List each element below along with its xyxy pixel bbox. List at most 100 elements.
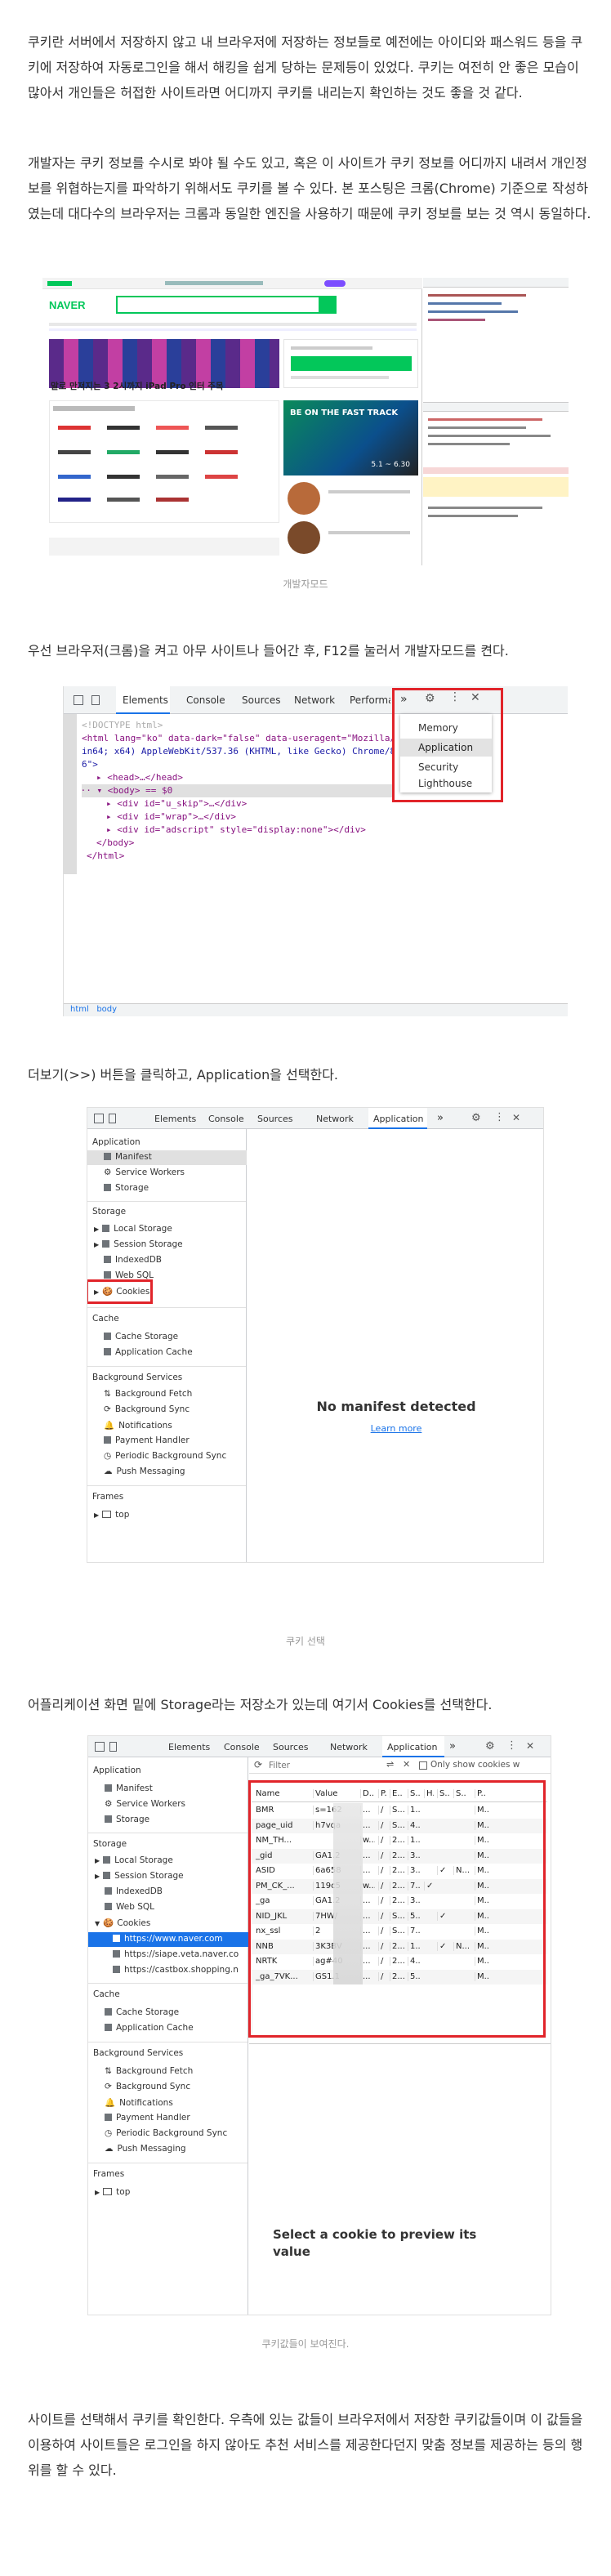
sidebar-item-cache-storage[interactable]: Cache Storage bbox=[104, 1332, 178, 1342]
banner-text: 말로 만져지는 3 2시까지 iPad Pro 인터 주목 bbox=[51, 382, 224, 391]
sidebar-item-notifications[interactable]: 🔔 Notifications bbox=[104, 1420, 172, 1431]
cookie-site-siape[interactable]: https://siape.veta.naver.co bbox=[113, 1949, 247, 1959]
login-button[interactable] bbox=[291, 356, 412, 371]
sidebar-item-service-workers[interactable]: ⚙ Service Workers bbox=[104, 1167, 185, 1177]
kebab-menu-icon[interactable]: ⋮ bbox=[494, 1111, 505, 1123]
database-icon bbox=[104, 1184, 111, 1191]
sidebar-item-application-cache[interactable]: Application Cache bbox=[104, 1347, 193, 1357]
sidebar-item-top[interactable]: ▶ top bbox=[94, 1510, 129, 1520]
code-line-selected[interactable]: ··· ▾ <body> == $0 bbox=[82, 784, 392, 797]
tab-elements[interactable]: Elements bbox=[154, 1114, 196, 1124]
refresh-icon[interactable]: ⟳ bbox=[254, 1759, 262, 1770]
sidebar-item-web-sql[interactable]: Web SQL bbox=[105, 1902, 154, 1912]
sidebar-item-manifest[interactable]: Manifest bbox=[104, 1152, 152, 1162]
clear-all-icon[interactable]: ✕ bbox=[403, 1759, 410, 1770]
sidebar-item-storage[interactable]: Storage bbox=[105, 1815, 149, 1824]
sidebar-item-storage[interactable]: Storage bbox=[104, 1183, 149, 1193]
code-line[interactable]: ▸ <div id="adscript" style="display:none… bbox=[82, 824, 392, 837]
close-icon[interactable]: ✕ bbox=[526, 1740, 534, 1752]
sidebar-item-cookies[interactable]: ▼ 🍪 Cookies bbox=[95, 1917, 150, 1928]
code-line[interactable]: <html lang="ko" data-dark="false" data-u… bbox=[82, 732, 392, 745]
sidebar-item-service-workers[interactable]: ⚙ Service Workers bbox=[105, 1799, 185, 1809]
naver-page: NAVER 말로 만져지는 3 2시까지 iPad Pro 인터 주목 BE O… bbox=[42, 278, 422, 565]
device-icon[interactable] bbox=[91, 695, 100, 705]
sidebar-item-application-cache[interactable]: Application Cache bbox=[105, 2023, 194, 2033]
cookie-icon: 🍪 bbox=[103, 1918, 114, 1928]
tab-sources[interactable]: Sources bbox=[257, 1114, 293, 1124]
clock-icon: ◷ bbox=[105, 2128, 113, 2138]
grid-icon bbox=[103, 1872, 111, 1879]
clear-filtered-icon[interactable]: ⇌ bbox=[386, 1759, 394, 1770]
code-line: </html> bbox=[87, 850, 125, 861]
sidebar-item-notifications[interactable]: 🔔 Notifications bbox=[105, 2097, 173, 2108]
tab-elements[interactable]: Elements bbox=[168, 1742, 210, 1752]
devtools-more-screenshot: Elements Console Sources Network Perform… bbox=[63, 686, 568, 1016]
database-icon bbox=[104, 1333, 111, 1340]
sidebar-item-session-storage[interactable]: ▶ Session Storage bbox=[95, 1871, 184, 1881]
sidebar-item-payment-handler[interactable]: Payment Handler bbox=[105, 2113, 190, 2123]
close-icon[interactable]: ✕ bbox=[512, 1112, 520, 1123]
tab-network[interactable]: Network bbox=[330, 1742, 368, 1752]
sidebar-item-background-sync[interactable]: ⟳ Background Sync bbox=[104, 1404, 190, 1414]
breadcrumb-text[interactable]: html body bbox=[70, 1005, 117, 1014]
tab-application[interactable]: Application bbox=[373, 1114, 423, 1124]
sidebar-item-push-messaging[interactable]: ☁ Push Messaging bbox=[105, 2144, 186, 2154]
sidebar-item-payment-handler[interactable]: Payment Handler bbox=[104, 1435, 190, 1445]
globe-icon bbox=[113, 1935, 120, 1942]
gear-icon[interactable]: ⚙ bbox=[485, 1740, 495, 1752]
sidebar-item-indexeddb[interactable]: IndexedDB bbox=[105, 1886, 163, 1896]
tab-console[interactable]: Console bbox=[208, 1114, 244, 1124]
inspect-icon[interactable] bbox=[74, 695, 83, 705]
sidebar-item-cache-storage[interactable]: Cache Storage bbox=[105, 2007, 179, 2017]
sidebar-item-background-fetch[interactable]: ⇅ Background Fetch bbox=[105, 2066, 193, 2076]
grid-icon bbox=[104, 1348, 111, 1355]
sidebar-item-background-fetch[interactable]: ⇅ Background Fetch bbox=[104, 1389, 192, 1399]
sidebar-item-push-messaging[interactable]: ☁ Push Messaging bbox=[104, 1467, 185, 1476]
devtools-pane bbox=[423, 278, 569, 565]
sidebar-item-session-storage[interactable]: ▶ Session Storage bbox=[94, 1239, 183, 1249]
naver-search-box[interactable] bbox=[116, 296, 337, 314]
filter-input[interactable] bbox=[269, 1759, 367, 1771]
code-line: <!DOCTYPE html> bbox=[82, 720, 163, 730]
dom-tree: <!DOCTYPE html> <html lang="ko" data-dar… bbox=[82, 719, 392, 863]
more-tabs-button[interactable]: » bbox=[437, 1112, 444, 1124]
tab-sources[interactable]: Sources bbox=[242, 694, 280, 706]
only-show-checkbox[interactable] bbox=[419, 1761, 427, 1770]
tab-console[interactable]: Console bbox=[224, 1742, 260, 1752]
sidebar-item-manifest[interactable]: Manifest bbox=[105, 1784, 153, 1793]
sidebar-item-periodic-background-sync[interactable]: ◷ Periodic Background Sync bbox=[105, 2128, 227, 2138]
sidebar-item-top[interactable]: ▶ top bbox=[95, 2187, 130, 2197]
news-image[interactable]: BE ON THE FAST TRACK 5.1 ~ 6.30 bbox=[283, 400, 418, 475]
gear-icon[interactable]: ⚙ bbox=[471, 1112, 481, 1124]
sidebar-item-periodic-background-sync[interactable]: ◷ Periodic Background Sync bbox=[104, 1451, 226, 1461]
tab-network[interactable]: Network bbox=[316, 1114, 354, 1124]
tab-console[interactable]: Console bbox=[186, 694, 225, 706]
tab-performance[interactable]: Performance bbox=[350, 694, 390, 706]
sidebar-item-indexeddb[interactable]: IndexedDB bbox=[104, 1255, 162, 1265]
tab-network[interactable]: Network bbox=[294, 694, 335, 706]
code-line[interactable]: ▸ <div id="u_skip">…</div> bbox=[82, 797, 392, 810]
sidebar-head-application: Application bbox=[92, 1137, 140, 1147]
cookie-site-naver[interactable]: https://www.naver.com bbox=[113, 1934, 223, 1944]
kebab-menu-icon[interactable]: ⋮ bbox=[506, 1739, 517, 1752]
f12-paragraph: 우선 브라우저(크롬)을 켜고 아무 사이트나 들어간 후, F12를 눌러서 … bbox=[28, 643, 509, 659]
cookies-screenshot: Elements Console Sources Network Applica… bbox=[87, 1735, 551, 2315]
sidebar-item-background-sync[interactable]: ⟳ Background Sync bbox=[105, 2082, 190, 2092]
cookie-site-castbox[interactable]: https://castbox.shopping.n bbox=[113, 1965, 247, 1975]
inspect-icon[interactable] bbox=[95, 1742, 105, 1752]
sidebar-item-local-storage[interactable]: ▶ Local Storage bbox=[94, 1224, 172, 1234]
more-tabs-button[interactable]: » bbox=[449, 1740, 456, 1752]
tab-sources[interactable]: Sources bbox=[273, 1742, 309, 1752]
device-icon[interactable] bbox=[109, 1742, 117, 1752]
search-icon[interactable] bbox=[319, 297, 335, 312]
learn-more-link[interactable]: Learn more bbox=[248, 1423, 543, 1434]
code-line[interactable]: ▸ <div id="wrap">…</div> bbox=[82, 810, 392, 824]
globe-icon bbox=[113, 1950, 120, 1958]
code-line[interactable]: ▸ <head>…</head> bbox=[82, 771, 392, 784]
tab-application[interactable]: Application bbox=[387, 1742, 437, 1752]
inspect-icon[interactable] bbox=[94, 1114, 104, 1123]
tab-elements[interactable]: Elements bbox=[123, 694, 168, 706]
sidebar-head-storage: Storage bbox=[92, 1207, 127, 1217]
device-icon[interactable] bbox=[109, 1114, 116, 1123]
sidebar-item-local-storage[interactable]: ▶ Local Storage bbox=[95, 1855, 173, 1865]
